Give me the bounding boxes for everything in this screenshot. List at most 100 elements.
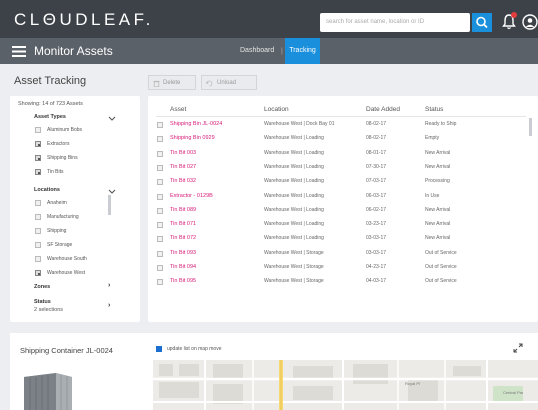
menu-icon[interactable] [12,46,26,57]
map-view[interactable]: Royal Pl Central Par [153,360,538,410]
asset-name-link[interactable]: Tin Bit 027 [170,164,196,170]
filter-heading-asset-types[interactable]: Asset Types [34,114,66,120]
row-checkbox[interactable] [157,207,163,214]
page-title: Asset Tracking [14,75,87,87]
row-checkbox[interactable] [157,136,163,143]
row-checkbox[interactable] [157,222,163,229]
trash-icon [153,80,160,87]
asset-name-link[interactable]: Shipping Bin 0929 [170,135,215,141]
asset-location: Warehouse West | Loading [264,192,324,199]
asset-date-added: 07-03-17 [366,178,387,185]
row-checkbox[interactable] [157,179,163,186]
asset-status: Empty [425,135,440,142]
table-row[interactable]: Tin Bit 071 Warehouse West | Loading 03-23… [148,221,538,234]
table-row[interactable]: Tin Bit 093 Warehouse West | Storage 03-03… [148,250,538,263]
asset-name-link[interactable]: Tin Bit 093 [170,250,196,256]
asset-name-link[interactable]: Tin Bit 032 [170,178,196,184]
row-checkbox[interactable] [157,250,163,257]
asset-name-link[interactable]: Tin Bit 072 [170,235,196,241]
asset-date-added: 04-03-17 [366,278,387,285]
asset-date-added: 03-23-17 [366,221,387,228]
asset-name-link[interactable]: Tin Bit 094 [170,264,196,270]
asset-location: Warehouse West | Storage [264,278,324,285]
asset-name-link[interactable]: Shipping Bin JL-0024 [170,121,222,127]
table-row[interactable]: Tin Bit 072 Warehouse West | Loading 03-03… [148,235,538,248]
filter-checkbox[interactable] [35,242,41,248]
table-row[interactable]: Shipping Bin 0929 Warehouse West | Loadin… [148,135,538,148]
table-row[interactable]: Tin Bit 032 Warehouse West | Loading 07-03… [148,178,538,191]
filter-checkbox[interactable] [35,200,41,206]
chevron-down-icon[interactable] [108,116,116,122]
asset-status: New Arrival [425,206,451,213]
column-header-location[interactable]: Location [264,106,289,113]
asset-name-link[interactable]: Tin Bit 003 [170,150,196,156]
table-row[interactable]: Tin Bit 089 Warehouse West | Loading 06-02… [148,207,538,220]
filter-checkbox[interactable] [35,155,41,161]
asset-status: Out of Service [425,264,457,270]
search-button[interactable] [472,13,492,32]
filter-heading-locations[interactable]: Locations [34,187,60,193]
filter-checkbox[interactable] [35,270,41,276]
unload-label: Unload [217,80,237,86]
expand-icon[interactable] [513,343,523,353]
asset-status: Out of Service [425,278,457,285]
locations-scrollbar[interactable] [108,195,111,215]
asset-date-added: 08-02-17 [366,121,387,127]
asset-date-added: 06-03-17 [366,192,387,199]
column-header-status[interactable]: Status [425,106,443,113]
unload-button[interactable]: Unload [201,75,257,90]
row-checkbox[interactable] [157,150,163,157]
row-checkbox[interactable] [157,122,163,128]
asset-location: Warehouse West | Loading [264,135,324,142]
map-streets [153,360,538,410]
filter-checkbox[interactable] [35,169,41,175]
filter-checkbox[interactable] [35,127,41,133]
user-avatar-icon[interactable] [522,13,538,31]
chevron-right-icon[interactable]: › [108,282,110,289]
delete-button[interactable]: Delete [148,75,196,90]
delete-label: Delete [163,80,181,86]
asset-status: New Arrival [425,149,451,156]
asset-status: Processing [425,178,450,185]
tab-tracking[interactable]: Tracking [285,38,320,64]
filter-heading-status[interactable]: Status [34,299,51,305]
asset-location: Warehouse West | Storage [264,264,324,270]
row-checkbox[interactable] [157,193,163,200]
asset-status: New Arrival [425,221,451,228]
asset-location: Warehouse West | Dock Bay 01 [264,121,335,127]
asset-date-added: 03-03-17 [366,235,387,242]
asset-name-link[interactable]: Tin Bit 089 [170,207,196,213]
asset-status: New Arrival [425,163,451,170]
filter-heading-zones[interactable]: Zones [34,284,50,290]
asset-name-link[interactable]: Extractor - 0129B [170,193,213,199]
map-label-royal-pl: Royal Pl [405,381,420,386]
update-list-checkbox[interactable] [156,346,162,352]
row-checkbox[interactable] [157,164,163,171]
column-header-asset[interactable]: Asset [170,106,186,113]
filter-checkbox[interactable] [35,214,41,220]
column-header-date-added[interactable]: Date Added [366,106,400,113]
sub-navigation-bar: Monitor Assets Dashboard | Tracking [0,38,538,64]
table-row[interactable]: Shipping Bin JL-0024 Warehouse West | Doc… [148,121,538,134]
map-label-central-park: Central Par [503,390,524,395]
tab-dashboard[interactable]: Dashboard [240,38,274,64]
filter-checkbox[interactable] [35,228,41,234]
search-input[interactable]: search for asset name, location or ID [320,13,470,32]
table-row[interactable]: Tin Bit 095 Warehouse West | Storage 04-03… [148,278,538,291]
table-row[interactable]: Tin Bit 003 Warehouse West | Loading 08-01… [148,150,538,163]
table-row[interactable]: Tin Bit 094 Warehouse West | Storage 04-23… [148,264,538,277]
table-row[interactable]: Tin Bit 027 Warehouse West | Loading 07-30… [148,164,538,177]
chevron-right-icon[interactable]: › [108,302,110,309]
filter-checkbox[interactable] [35,256,41,262]
filter-checkbox[interactable] [35,141,41,147]
asset-status: In Use [425,192,440,199]
table-row[interactable]: Extractor - 0129B Warehouse West | Loadin… [148,193,538,206]
row-checkbox[interactable] [157,265,163,271]
asset-name-link[interactable]: Tin Bit 071 [170,221,196,227]
row-checkbox[interactable] [157,236,163,243]
asset-location: Warehouse West | Loading [264,206,324,213]
asset-table: Asset Location Date Added Status Shippin… [148,96,538,322]
row-checkbox[interactable] [157,279,163,286]
asset-name-link[interactable]: Tin Bit 095 [170,278,196,284]
app-logo[interactable]: CLΘUDLEAF. [14,10,154,30]
